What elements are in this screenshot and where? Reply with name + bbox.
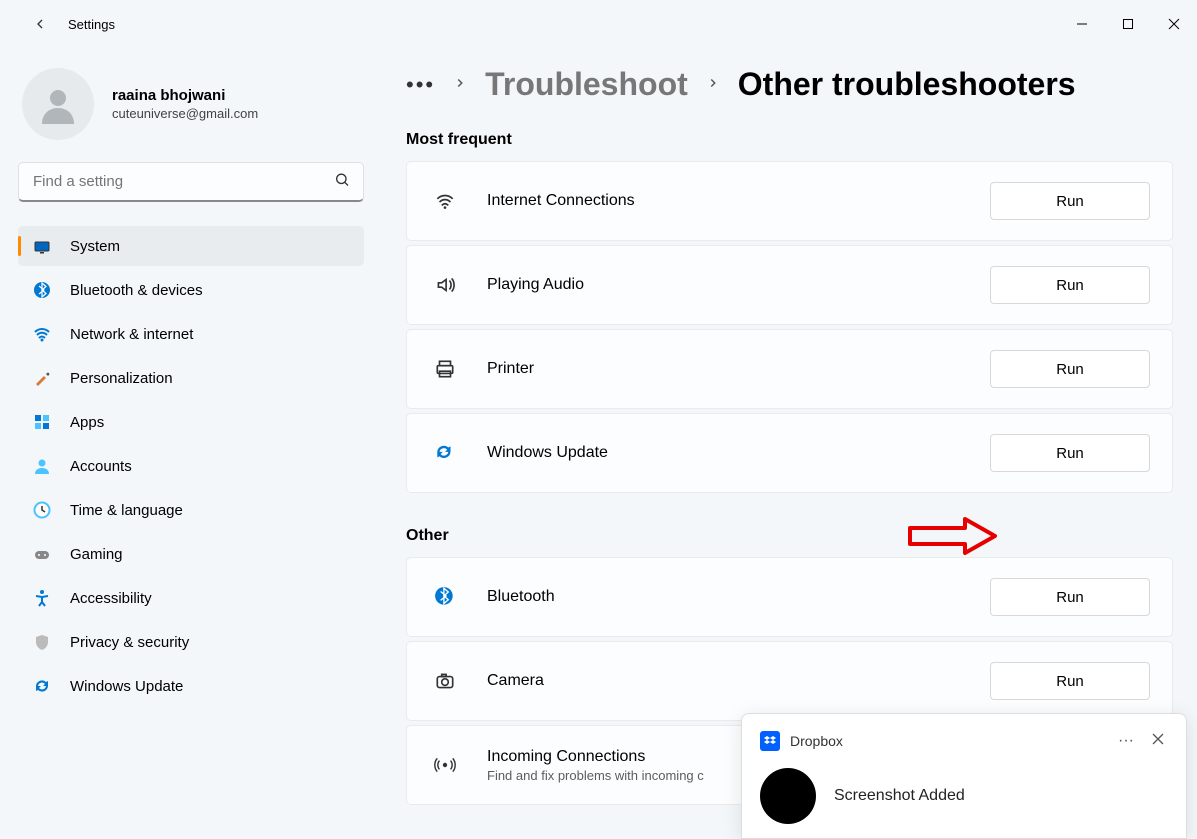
toast-app-name: Dropbox [790,733,1104,749]
troubleshooter-card: Camera Run [406,641,1173,721]
search-input[interactable] [18,162,364,202]
card-title: Printer [487,360,990,378]
troubleshooter-card: Internet Connections Run [406,161,1173,241]
card-title: Internet Connections [487,192,990,210]
search-icon [334,172,350,193]
brush-icon [32,368,52,388]
sidebar-item-label: Accounts [70,458,132,475]
sidebar-item-bluetooth[interactable]: Bluetooth & devices [18,270,364,310]
monitor-icon [32,236,52,256]
card-title: Playing Audio [487,276,990,294]
sidebar-item-label: Apps [70,414,104,431]
sidebar-item-label: Bluetooth & devices [70,282,203,299]
card-title: Camera [487,672,990,690]
sidebar-item-system[interactable]: System [18,226,364,266]
app-title: Settings [68,17,115,32]
sidebar-item-label: System [70,238,120,255]
sidebar-item-label: Network & internet [70,326,193,343]
bluetooth-icon [32,280,52,300]
window-controls [1059,8,1197,40]
sidebar: raaina bhojwani cuteuniverse@gmail.com S… [0,48,382,839]
run-button[interactable]: Run [990,578,1150,616]
sidebar-item-label: Accessibility [70,590,152,607]
sidebar-item-network[interactable]: Network & internet [18,314,364,354]
toast-notification[interactable]: Dropbox ··· Screenshot Added [741,713,1187,839]
toast-close-icon[interactable] [1148,728,1168,754]
profile[interactable]: raaina bhojwani cuteuniverse@gmail.com [18,68,364,140]
printer-icon [429,358,461,380]
profile-email: cuteuniverse@gmail.com [112,106,258,121]
card-title: Windows Update [487,444,990,462]
breadcrumb-more-icon[interactable]: ••• [406,72,435,98]
bluetooth-icon [429,586,461,608]
card-title: Bluetooth [487,588,990,606]
sidebar-item-personalization[interactable]: Personalization [18,358,364,398]
signal-icon [429,754,461,776]
maximize-button[interactable] [1105,8,1151,40]
breadcrumb-current: Other troubleshooters [738,66,1076,103]
sidebar-item-apps[interactable]: Apps [18,402,364,442]
profile-name: raaina bhojwani [112,87,258,104]
audio-icon [429,274,461,296]
troubleshooter-card: Printer Run [406,329,1173,409]
sync-icon [32,676,52,696]
toast-more-icon[interactable]: ··· [1114,728,1138,754]
sync-icon [429,442,461,464]
section-title: Other [406,527,1173,545]
sidebar-item-gaming[interactable]: Gaming [18,534,364,574]
avatar [22,68,94,140]
breadcrumb: ••• Troubleshoot Other troubleshooters [406,66,1173,103]
clock-icon [32,500,52,520]
dropbox-icon [760,731,780,751]
sidebar-item-time[interactable]: Time & language [18,490,364,530]
sidebar-item-label: Windows Update [70,678,183,695]
sidebar-item-label: Gaming [70,546,123,563]
minimize-button[interactable] [1059,8,1105,40]
section-title: Most frequent [406,131,1173,149]
back-button[interactable] [20,4,60,44]
titlebar: Settings [0,0,1197,48]
toast-message: Screenshot Added [834,787,965,805]
sidebar-item-accessibility[interactable]: Accessibility [18,578,364,618]
wifi-icon [32,324,52,344]
run-button[interactable]: Run [990,662,1150,700]
run-button[interactable]: Run [990,266,1150,304]
sidebar-item-update[interactable]: Windows Update [18,666,364,706]
close-button[interactable] [1151,8,1197,40]
gamepad-icon [32,544,52,564]
sidebar-item-label: Privacy & security [70,634,189,651]
wifi-ts-icon [429,190,461,212]
chevron-right-icon [706,74,720,95]
person-icon [32,456,52,476]
sidebar-item-label: Personalization [70,370,173,387]
breadcrumb-parent[interactable]: Troubleshoot [485,66,688,103]
shield-icon [32,632,52,652]
troubleshooter-card: Bluetooth Run [406,557,1173,637]
sidebar-item-label: Time & language [70,502,183,519]
nav: System Bluetooth & devices Network & inter… [18,226,364,706]
run-button[interactable]: Run [990,434,1150,472]
apps-icon [32,412,52,432]
search-wrap [18,162,364,202]
run-button[interactable]: Run [990,350,1150,388]
accessibility-icon [32,588,52,608]
toast-thumbnail [760,768,816,824]
sidebar-item-accounts[interactable]: Accounts [18,446,364,486]
sidebar-item-privacy[interactable]: Privacy & security [18,622,364,662]
troubleshooter-card: Playing Audio Run [406,245,1173,325]
run-button[interactable]: Run [990,182,1150,220]
troubleshooter-card: Windows Update Run [406,413,1173,493]
camera-icon [429,670,461,692]
chevron-right-icon [453,74,467,95]
